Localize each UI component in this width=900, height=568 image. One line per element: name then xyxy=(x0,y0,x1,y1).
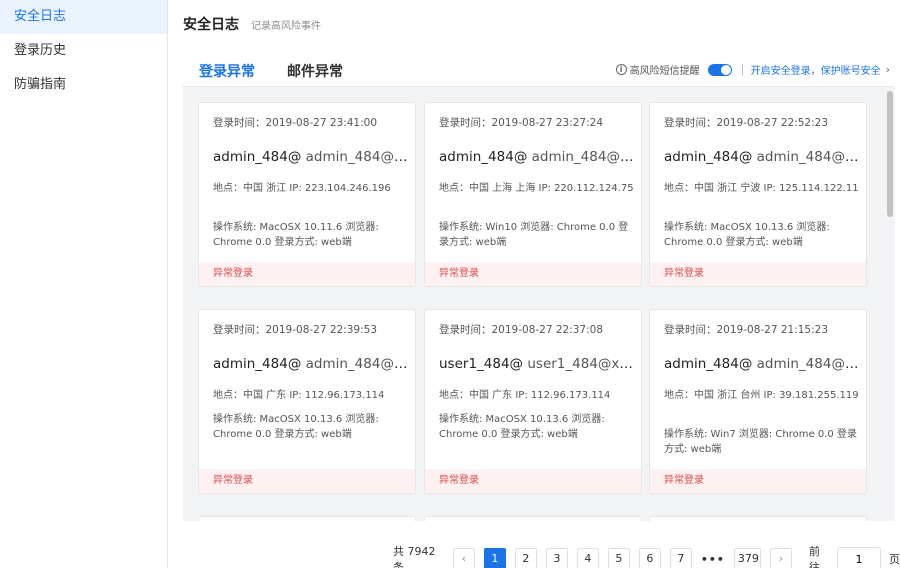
login-time: 登录时间：2019-08-27 21:15:23 xyxy=(664,324,829,336)
log-card[interactable]: 登录时间：2019-08-27 22:39:53 admin_484@ admi… xyxy=(198,309,416,494)
tools-divider xyxy=(741,63,743,76)
login-time: 登录时间：2019-08-27 22:37:08 xyxy=(439,324,604,336)
more-pages-ellipsis[interactable]: ••• xyxy=(701,553,725,566)
location-ip: 地点：中国 浙江 IP: 223.104.246.196 xyxy=(213,183,391,194)
user-account: admin_484@xi... xyxy=(305,149,409,165)
user-id: admin_484@ xyxy=(664,356,753,372)
anomaly-badge: 异常登录 xyxy=(199,262,415,286)
page-button-5[interactable]: 5 xyxy=(607,548,630,568)
user-name: admin_484@ admin_484@xi... xyxy=(213,149,409,165)
login-time: 登录时间：2019-08-27 23:41:00 xyxy=(213,117,378,129)
user-account: user1_484@xia... xyxy=(527,356,635,372)
user-account: admin_484@xi... xyxy=(756,356,860,372)
os-browser-method: 操作系统: Win10 浏览器: Chrome 0.0 登录方式: web端 xyxy=(439,222,629,248)
page-button-4[interactable]: 4 xyxy=(576,548,599,568)
sidebar-item-anti-fraud-guide[interactable]: 防骗指南 xyxy=(0,68,167,102)
anomaly-badge: 异常登录 xyxy=(199,469,415,493)
sms-alert-toggle[interactable] xyxy=(707,63,732,76)
os-browser-method: 操作系统: MacOSX 10.13.6 浏览器: Chrome 0.0 登录方… xyxy=(664,222,830,248)
next-page-button[interactable]: › xyxy=(770,548,792,568)
header-tools: i 高风险短信提醒 开启安全登录，保护账号安全 › xyxy=(615,62,890,77)
user-account: admin_484@xi... xyxy=(305,356,409,372)
user-name: admin_484@ admin_484@xi... xyxy=(664,149,860,165)
scrollbar-thumb[interactable] xyxy=(887,91,893,217)
log-card[interactable] xyxy=(424,516,642,521)
page-header: 安全日志 记录高风险事件 xyxy=(183,14,321,34)
log-card-area[interactable]: 登录时间：2019-08-27 23:41:00 admin_484@ admi… xyxy=(183,87,895,521)
user-id: user1_484@ xyxy=(439,356,524,372)
anomaly-badge: 异常登录 xyxy=(425,469,641,493)
os-browser-method: 操作系统: MacOSX 10.13.6 浏览器: Chrome 0.0 登录方… xyxy=(439,414,605,440)
login-time: 登录时间：2019-08-27 23:27:24 xyxy=(439,117,604,129)
os-browser-method: 操作系统: Win7 浏览器: Chrome 0.0 登录方式: web端 xyxy=(664,429,857,455)
location-ip: 地点：中国 广东 IP: 112.96.173.114 xyxy=(439,390,611,401)
page-button-last[interactable]: 379 xyxy=(733,548,761,568)
user-id: admin_484@ xyxy=(439,149,528,165)
log-card[interactable]: 登录时间：2019-08-27 23:27:24 admin_484@ admi… xyxy=(424,102,642,287)
log-card[interactable] xyxy=(198,516,416,521)
location-ip: 地点：中国 广东 IP: 112.96.173.114 xyxy=(213,390,385,401)
sms-alert-label: 高风险短信提醒 xyxy=(629,66,700,77)
page-button-1[interactable]: 1 xyxy=(483,548,506,568)
anomaly-badge: 异常登录 xyxy=(425,262,641,286)
log-card[interactable]: 登录时间：2019-08-27 22:52:23 admin_484@ admi… xyxy=(649,102,867,287)
location-ip: 地点：中国 上海 上海 IP: 220.112.124.75 xyxy=(439,183,634,194)
anomaly-badge: 异常登录 xyxy=(650,262,866,286)
location-ip: 地点：中国 浙江 宁波 IP: 125.114.122.11 xyxy=(664,183,859,194)
tab-bar: 登录异常 邮件异常 xyxy=(183,55,359,91)
sidebar-item-security-log[interactable]: 安全日志 xyxy=(0,0,167,34)
page-suffix: 页 xyxy=(889,553,900,566)
page-button-6[interactable]: 6 xyxy=(638,548,661,568)
user-name: user1_484@ user1_484@xia... xyxy=(439,356,635,372)
prev-page-button[interactable]: ‹ xyxy=(452,548,475,568)
secure-login-link[interactable]: 开启安全登录，保护账号安全 xyxy=(751,62,881,77)
sidebar-item-login-history[interactable]: 登录历史 xyxy=(0,34,167,68)
tab-mail-anomaly[interactable]: 邮件异常 xyxy=(271,55,359,89)
log-card[interactable]: 登录时间：2019-08-27 22:37:08 user1_484@ user… xyxy=(424,309,642,494)
total-count: 共 7942 条 xyxy=(393,545,436,568)
tab-login-anomaly[interactable]: 登录异常 xyxy=(183,55,271,91)
page-button-3[interactable]: 3 xyxy=(545,548,568,568)
user-account: admin_484@xi... xyxy=(756,149,860,165)
user-id: admin_484@ xyxy=(213,356,302,372)
user-id: admin_484@ xyxy=(664,149,753,165)
goto-page-input[interactable] xyxy=(837,547,881,568)
user-id: admin_484@ xyxy=(213,149,302,165)
login-time: 登录时间：2019-08-27 22:52:23 xyxy=(664,117,829,129)
anomaly-badge: 异常登录 xyxy=(650,469,866,493)
sidebar: 安全日志 登录历史 防骗指南 xyxy=(0,0,168,568)
goto-label: 前往 xyxy=(809,545,820,568)
user-name: admin_484@ admin_484@xi... xyxy=(439,149,635,165)
os-browser-method: 操作系统: MacOSX 10.11.6 浏览器: Chrome 0.0 登录方… xyxy=(213,222,379,248)
page-button-7[interactable]: 7 xyxy=(669,548,692,568)
page-subtitle: 记录高风险事件 xyxy=(251,21,321,32)
page-title: 安全日志 xyxy=(183,17,239,33)
user-name: admin_484@ admin_484@xi... xyxy=(213,356,409,372)
login-time: 登录时间：2019-08-27 22:39:53 xyxy=(213,324,378,336)
user-account: admin_484@xi... xyxy=(531,149,635,165)
info-icon: i xyxy=(615,64,627,75)
log-card[interactable]: 登录时间：2019-08-27 23:41:00 admin_484@ admi… xyxy=(198,102,416,287)
user-name: admin_484@ admin_484@xi... xyxy=(664,356,860,372)
log-card[interactable]: 登录时间：2019-08-27 21:15:23 admin_484@ admi… xyxy=(649,309,867,494)
chevron-right-icon[interactable]: › xyxy=(886,63,890,76)
location-ip: 地点：中国 浙江 台州 IP: 39.181.255.119 xyxy=(664,390,859,401)
page-button-2[interactable]: 2 xyxy=(514,548,537,568)
os-browser-method: 操作系统: MacOSX 10.13.6 浏览器: Chrome 0.0 登录方… xyxy=(213,414,379,440)
pagination: 共 7942 条 ‹ 1 2 3 4 5 6 7 ••• 379 › 前往 页 xyxy=(393,543,900,568)
log-card[interactable] xyxy=(649,516,867,521)
scrollbar[interactable] xyxy=(887,91,893,521)
